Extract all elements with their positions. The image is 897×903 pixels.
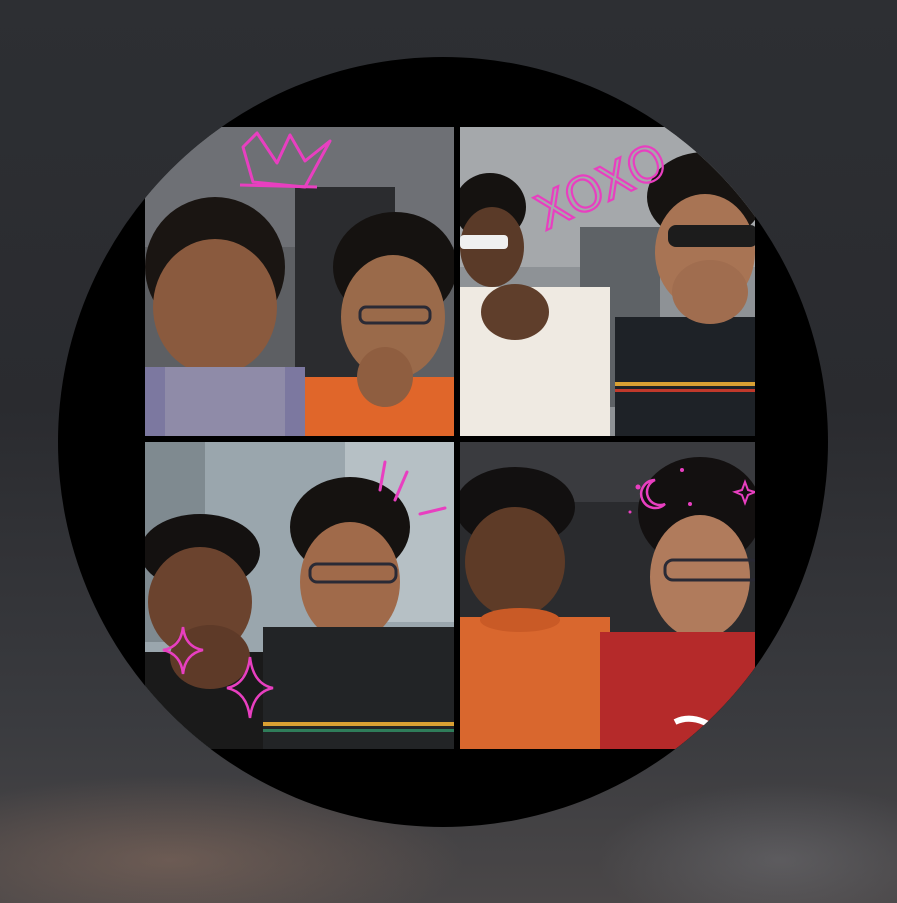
profile-picture[interactable]: XOXO bbox=[58, 57, 828, 827]
collage-photo-bottom-right bbox=[460, 442, 755, 749]
collage-photo-top-left bbox=[145, 127, 454, 436]
collage-photo-bottom-left bbox=[145, 442, 454, 749]
photo-collage: XOXO bbox=[145, 127, 755, 749]
collage-photo-top-right: XOXO bbox=[460, 127, 755, 436]
profile-photo-viewer: XOXO bbox=[0, 0, 897, 903]
